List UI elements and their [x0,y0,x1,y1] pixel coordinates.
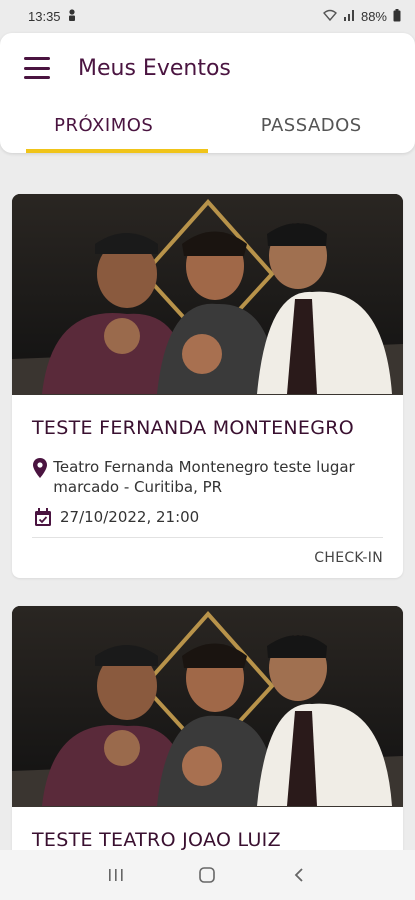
calendar-icon [32,507,54,527]
top-app-bar: Meus Eventos [0,33,415,103]
status-time: 13:35 [28,9,61,24]
status-left: 13:35 [28,9,77,24]
app-header: Meus Eventos PRÓXIMOS PASSADOS [0,33,415,153]
battery-percent: 88% [360,9,387,24]
tab-proximos[interactable]: PRÓXIMOS [0,103,208,153]
person-icon [67,9,77,24]
event-card-body: TESTE TEATRO JOAO LUIZ [12,807,403,851]
system-nav-bar [0,850,415,900]
home-icon[interactable] [187,860,227,890]
event-banner-image [12,194,403,395]
event-card-body: TESTE FERNANDA MONTENEGRO Teatro Fernand… [12,395,403,578]
tab-passados[interactable]: PASSADOS [208,103,415,153]
wifi-icon [322,9,337,24]
battery-icon [393,8,401,25]
menu-icon[interactable] [24,57,50,79]
active-tab-indicator [26,149,208,153]
event-location-row: Teatro Fernanda Montenegro teste lugar m… [32,457,383,497]
location-pin-icon [32,457,47,478]
event-location: Teatro Fernanda Montenegro teste lugar m… [53,458,355,496]
event-date-row: 27/10/2022, 21:00 [32,507,383,527]
event-datetime: 27/10/2022, 21:00 [60,508,200,526]
event-title: TESTE TEATRO JOAO LUIZ [32,829,281,851]
signal-icon [343,9,355,24]
back-icon[interactable] [279,860,319,890]
event-card[interactable]: TESTE FERNANDA MONTENEGRO Teatro Fernand… [12,194,403,578]
event-title: TESTE FERNANDA MONTENEGRO [32,417,354,439]
status-right: 88% [322,8,401,25]
event-banner-image [12,606,403,807]
page-title: Meus Eventos [78,55,231,81]
check-in-button[interactable]: CHECK-IN [32,538,383,578]
tab-bar: PRÓXIMOS PASSADOS [0,103,415,153]
status-bar: 13:35 88% [0,0,415,33]
recents-icon[interactable] [96,860,136,890]
event-card[interactable]: TESTE TEATRO JOAO LUIZ [12,606,403,866]
